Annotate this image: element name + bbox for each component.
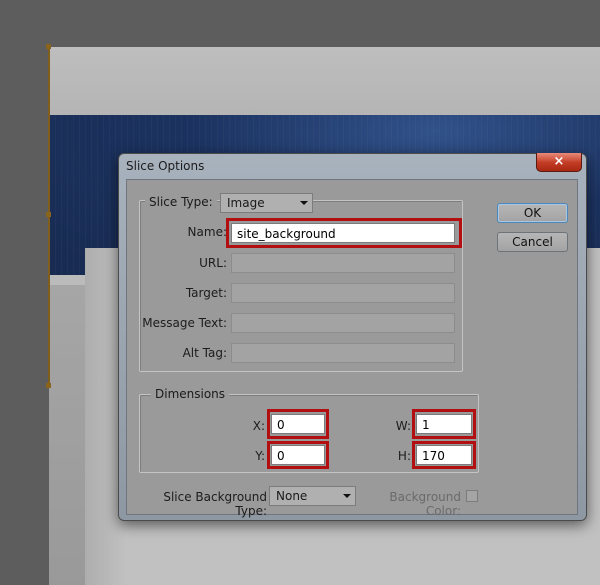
x-value: 0 (277, 418, 285, 432)
name-field[interactable]: site_background (231, 223, 455, 243)
chevron-down-icon (343, 494, 351, 498)
dimensions-legend: Dimensions (151, 387, 230, 401)
target-label: Target: (185, 286, 227, 300)
dialog-title: Slice Options (126, 159, 205, 173)
background-type-dropdown[interactable]: None (269, 486, 356, 506)
message-text-label: Message Text: (142, 316, 227, 330)
slice-type-value: Image (227, 196, 265, 210)
w-label: W: (395, 419, 411, 433)
chevron-down-icon (300, 201, 308, 205)
background-color-label: Background Color: (389, 490, 461, 518)
w-value: 1 (422, 418, 430, 432)
cancel-button[interactable]: Cancel (497, 232, 568, 252)
close-button[interactable]: × (536, 153, 582, 172)
target-field[interactable] (231, 283, 455, 303)
ok-button[interactable]: OK (497, 203, 568, 223)
h-value: 170 (422, 449, 445, 463)
dialog-client-area: Slice Type: Image Name: site_background … (126, 179, 578, 518)
y-value: 0 (277, 449, 285, 463)
slice-type-dropdown[interactable]: Image (220, 193, 313, 213)
x-label: X: (252, 419, 265, 433)
url-label: URL: (199, 256, 227, 270)
dialog-titlebar[interactable]: Slice Options × (119, 153, 586, 178)
alt-tag-label: Alt Tag: (182, 346, 227, 360)
w-field[interactable]: 1 (416, 414, 472, 434)
alt-tag-field[interactable] (231, 343, 455, 363)
background-type-label: Slice Background Type: (163, 490, 267, 518)
url-field[interactable] (231, 253, 455, 273)
background-type-value: None (276, 489, 308, 503)
slice-type-label: Slice Type: (145, 195, 217, 209)
y-label: Y: (255, 449, 265, 463)
h-label: H: (397, 449, 411, 463)
h-field[interactable]: 170 (416, 445, 472, 465)
slice-options-dialog: Slice Options × Slice Type: Image Name: … (118, 153, 587, 521)
name-label: Name: (187, 225, 227, 239)
y-field[interactable]: 0 (271, 445, 325, 465)
background-color-swatch[interactable] (466, 490, 478, 502)
name-field-value: site_background (237, 227, 336, 241)
x-field[interactable]: 0 (271, 414, 325, 434)
message-text-field[interactable] (231, 313, 455, 333)
close-icon: × (553, 154, 565, 169)
